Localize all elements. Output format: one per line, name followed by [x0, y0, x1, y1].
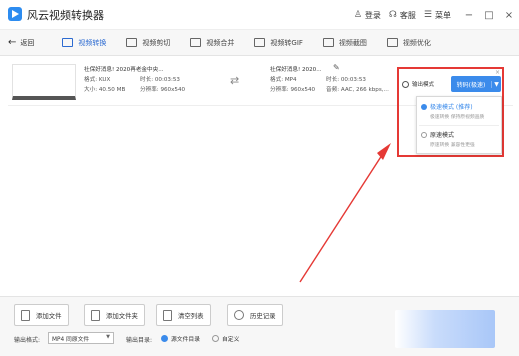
file-icon [21, 309, 30, 321]
chevron-down-icon: ▼ [106, 334, 110, 340]
screenshot-icon [322, 38, 334, 47]
add-file-label: 添加文件 [36, 311, 62, 320]
target-resolution: 分辨率: 960x540 [270, 87, 316, 93]
output-mode-text: 输出模式 [412, 82, 435, 88]
title-bar: 风云视频转换器 ♙ 登录 ☊ 客服 ☰ 菜单 − □ × [0, 0, 519, 30]
history-button[interactable]: 历史记录 [227, 304, 283, 326]
option-divider [419, 125, 499, 126]
clear-list-button[interactable]: 清空列表 [156, 304, 211, 326]
tab-label: 视频转GIF [270, 38, 303, 47]
service-button[interactable]: ☊ 客服 [389, 10, 416, 21]
convert-arrows-icon: ⇄ [230, 74, 240, 87]
add-folder-button[interactable]: 添加文件夹 [84, 304, 145, 326]
add-file-button[interactable]: 添加文件 [14, 304, 69, 326]
transcode-mode-label: 转码(极速) [456, 81, 486, 89]
tab-label: 视频截图 [338, 38, 367, 47]
option-name: 原速模式 [430, 132, 455, 139]
video-merge-icon [190, 38, 202, 47]
video-thumbnail [12, 64, 76, 100]
menu-button[interactable]: ☰ 菜单 [424, 10, 451, 21]
back-button[interactable]: ← 返回 [8, 37, 34, 48]
option-fast-mode[interactable]: 极速模式 (推荐) 极速转换 保持原视频画质 [421, 102, 499, 120]
close-button[interactable]: × [499, 10, 519, 21]
output-format-label: 输出格式: [14, 337, 41, 344]
trash-icon [163, 309, 172, 321]
login-button[interactable]: ♙ 登录 [354, 10, 381, 21]
target-duration: 时长: 00:03:53 [326, 77, 366, 83]
tab-label: 视频转换 [78, 38, 107, 47]
user-icon: ♙ [353, 10, 362, 20]
tab-label: 视频优化 [402, 38, 431, 47]
clear-list-label: 清空列表 [178, 311, 204, 320]
target-audio: 音频: AAC, 266 kbps,... [326, 87, 389, 93]
maximize-button[interactable]: □ [479, 10, 499, 21]
tab-video-cut[interactable]: 视频剪切 [126, 30, 170, 56]
output-mode-label: 输出模式 [402, 80, 434, 88]
bottom-toolbar: 添加文件 添加文件夹 清空列表 历史记录 输出格式: MP4 同原文件 ▼ 输出… [0, 296, 519, 356]
source-size: 大小: 40.50 MB [84, 87, 126, 93]
option-name: 极速模式 (推荐) [430, 104, 473, 111]
output-dir-label: 输出目录: [126, 337, 153, 344]
tab-video-gif[interactable]: 视频转GIF [254, 30, 303, 56]
radio-custom-dir[interactable]: 自定义 [212, 334, 239, 343]
tab-video-merge[interactable]: 视频合并 [190, 30, 234, 56]
radio-unselected-icon [212, 335, 219, 342]
output-mode-highlight: × 输出模式 转码(极速) ▼ 极速模式 (推荐) 极速转换 保持原视频画质 原… [397, 67, 504, 157]
output-mode-icon [402, 80, 409, 88]
output-format-value: MP4 同原文件 [52, 336, 90, 343]
function-tabs: ← 返回 视频转换 视频剪切 视频合并 视频转GIF 视频截图 视频优化 [0, 30, 519, 56]
radio-source-dir[interactable]: 源文件目录 [161, 334, 200, 343]
edit-pencil-icon[interactable]: ✎ [333, 63, 340, 72]
menu-label: 菜单 [435, 10, 451, 20]
back-label: 返回 [20, 38, 35, 47]
source-info: 社保好消息! 2020再老金中央... 格式: KUX 时长: 00:03:53… [84, 65, 185, 95]
history-label: 历史记录 [250, 311, 276, 320]
video-cut-icon [126, 38, 138, 47]
output-mode-dropdown: 极速模式 (推荐) 极速转换 保持原视频画质 原速模式 原速转换 兼容性更强 [416, 96, 502, 154]
target-title: 社保好消息! 2020... [270, 67, 322, 73]
folder-icon [91, 309, 100, 321]
radio-selected-icon [161, 335, 168, 342]
output-format-select[interactable]: MP4 同原文件 ▼ [48, 332, 114, 344]
check-icon [421, 103, 427, 110]
app-title: 风云视频转换器 [27, 9, 104, 22]
minimize-button[interactable]: − [459, 10, 479, 21]
chevron-down-icon[interactable]: ▼ [491, 80, 501, 88]
tab-label: 视频合并 [206, 38, 235, 47]
source-format: 格式: KUX [84, 77, 111, 83]
start-convert-button[interactable] [395, 310, 495, 348]
menu-icon: ☰ [423, 10, 432, 20]
tab-label: 视频剪切 [142, 38, 171, 47]
add-folder-label: 添加文件夹 [106, 311, 138, 320]
source-duration: 时长: 00:03:53 [140, 77, 180, 83]
app-logo-icon [8, 7, 22, 21]
source-resolution: 分辨率: 960x540 [140, 87, 186, 93]
radio-icon [421, 131, 427, 138]
option-desc: 极速转换 保持原视频画质 [430, 115, 485, 120]
tab-video-screenshot[interactable]: 视频截图 [322, 30, 367, 56]
optimize-icon [386, 38, 398, 47]
target-format: 格式: MP4 [270, 77, 297, 83]
clock-icon [234, 310, 244, 320]
option-desc: 原速转换 兼容性更强 [430, 143, 475, 148]
tab-video-convert[interactable]: 视频转换 [62, 30, 106, 56]
tab-video-optimize[interactable]: 视频优化 [386, 30, 431, 56]
source-title: 社保好消息! 2020再老金中央... [84, 67, 164, 73]
headset-icon: ☊ [388, 10, 397, 20]
gif-icon [254, 38, 266, 47]
target-info: 社保好消息! 2020... 格式: MP4 时长: 00:03:53 分辨率:… [270, 65, 389, 95]
back-arrow-icon: ← [8, 37, 17, 48]
close-icon[interactable]: × [495, 69, 500, 76]
option-normal-mode[interactable]: 原速模式 原速转换 兼容性更强 [421, 130, 499, 148]
video-convert-icon [62, 38, 74, 47]
transcode-mode-button[interactable]: 转码(极速) ▼ [451, 76, 501, 92]
login-label: 登录 [364, 10, 381, 20]
radio-label: 源文件目录 [171, 337, 200, 343]
radio-label: 自定义 [222, 337, 240, 343]
service-label: 客服 [399, 10, 416, 20]
